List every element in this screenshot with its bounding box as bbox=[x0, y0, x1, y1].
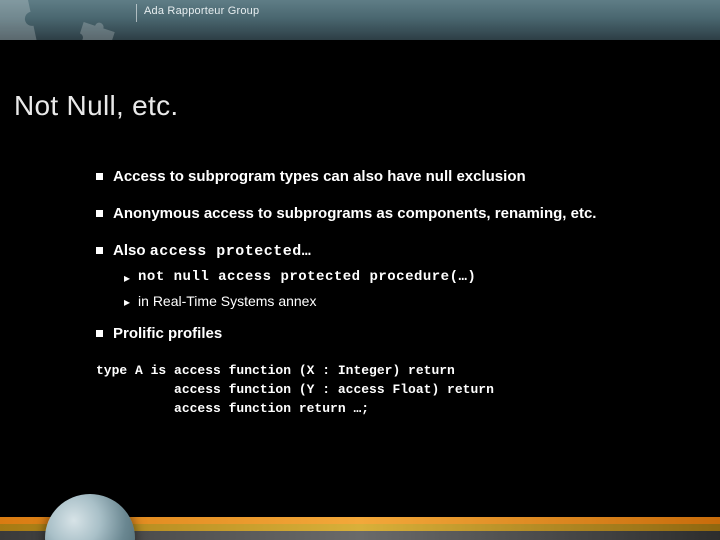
arrow-bullet-icon: ▸ bbox=[124, 271, 130, 285]
bullet-item: Access to subprogram types can also have… bbox=[96, 168, 686, 187]
code-line: type A is access function (X : Integer) … bbox=[96, 363, 455, 378]
bullet-text: Also access protected… bbox=[113, 242, 311, 262]
bullet-item: Anonymous access to subprograms as compo… bbox=[96, 205, 686, 224]
header-group-label: Ada Rapporteur Group bbox=[144, 5, 259, 17]
sub-bullet-group: ▸ not null access protected procedure(…)… bbox=[124, 269, 686, 309]
sub-bullet-text: in Real-Time Systems annex bbox=[138, 293, 316, 309]
puzzle-piece-icon bbox=[0, 0, 57, 40]
header-background bbox=[0, 0, 720, 40]
bullet-code: access protected… bbox=[150, 243, 312, 260]
bullet-prefix: Also bbox=[113, 242, 150, 259]
slide-title: Not Null, etc. bbox=[14, 90, 178, 122]
code-line: access function return …; bbox=[96, 401, 369, 416]
arrow-bullet-icon: ▸ bbox=[124, 295, 130, 309]
bullet-text: Prolific profiles bbox=[113, 325, 222, 344]
square-bullet-icon bbox=[96, 210, 103, 217]
globe-decoration bbox=[45, 494, 135, 540]
code-line: access function (Y : access Float) retur… bbox=[96, 382, 494, 397]
bottom-bar bbox=[0, 510, 720, 540]
bullet-text: Anonymous access to subprograms as compo… bbox=[113, 205, 596, 224]
puzzle-piece-icon bbox=[61, 8, 129, 40]
bullet-item: Prolific profiles bbox=[96, 325, 686, 344]
square-bullet-icon bbox=[96, 173, 103, 180]
slide: Ada Rapporteur Group Not Null, etc. Acce… bbox=[0, 0, 720, 540]
bullet-item: Also access protected… bbox=[96, 242, 686, 262]
sub-bullet-text: not null access protected procedure(…) bbox=[138, 269, 476, 285]
bullet-text: Access to subprogram types can also have… bbox=[113, 168, 526, 187]
slide-body: Access to subprogram types can also have… bbox=[96, 168, 686, 437]
header-divider bbox=[136, 4, 137, 22]
square-bullet-icon bbox=[96, 330, 103, 337]
square-bullet-icon bbox=[96, 247, 103, 254]
code-block: type A is access function (X : Integer) … bbox=[96, 362, 686, 419]
sub-bullet-item: ▸ not null access protected procedure(…) bbox=[124, 269, 686, 285]
sub-bullet-item: ▸ in Real-Time Systems annex bbox=[124, 293, 686, 309]
